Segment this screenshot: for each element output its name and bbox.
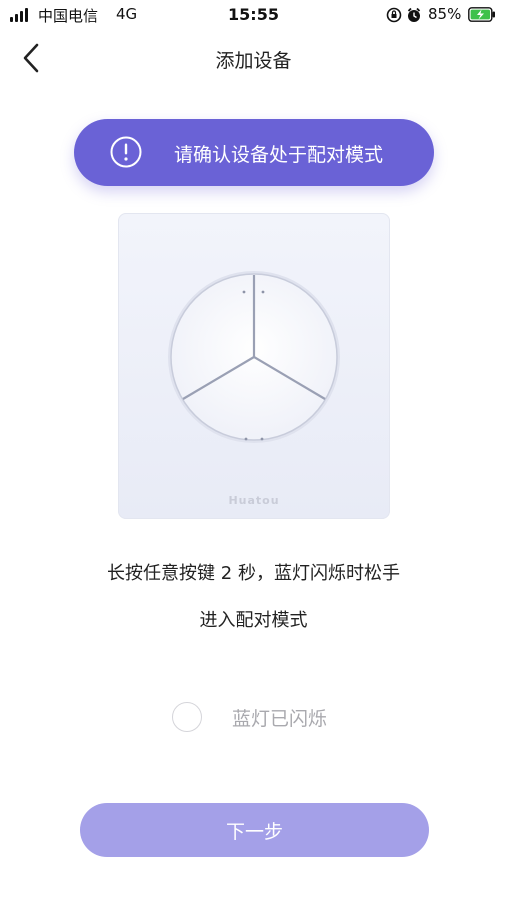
instruction-line-2: 进入配对模式 (199, 610, 308, 631)
orientation-lock-icon (386, 7, 402, 23)
device-brand-logo: Huatou (228, 494, 280, 507)
next-step-button[interactable]: 下一步 (80, 803, 429, 857)
banner-text: 请确认设备处于配对模式 (174, 144, 384, 166)
next-step-label: 下一步 (225, 821, 283, 843)
exclamation-circle-icon (110, 136, 142, 168)
pairing-mode-banner: 请确认设备处于配对模式 (74, 119, 434, 186)
smart-switch-illustration (168, 271, 340, 443)
battery-charging-icon (468, 7, 495, 22)
status-icons (386, 7, 421, 23)
alarm-icon (407, 7, 421, 22)
blue-light-confirm-checkbox[interactable] (172, 702, 202, 732)
instruction-line-1: 长按任意按键 2 秒，蓝灯闪烁时松手 (107, 563, 400, 584)
status-bar: 中国电信 4G 15:55 85% (0, 0, 507, 30)
battery-percent: 85% (428, 5, 462, 23)
page-title: 添加设备 (215, 50, 292, 72)
blue-light-confirm-label[interactable]: 蓝灯已闪烁 (232, 704, 327, 731)
device-image: Huatou (118, 213, 390, 519)
